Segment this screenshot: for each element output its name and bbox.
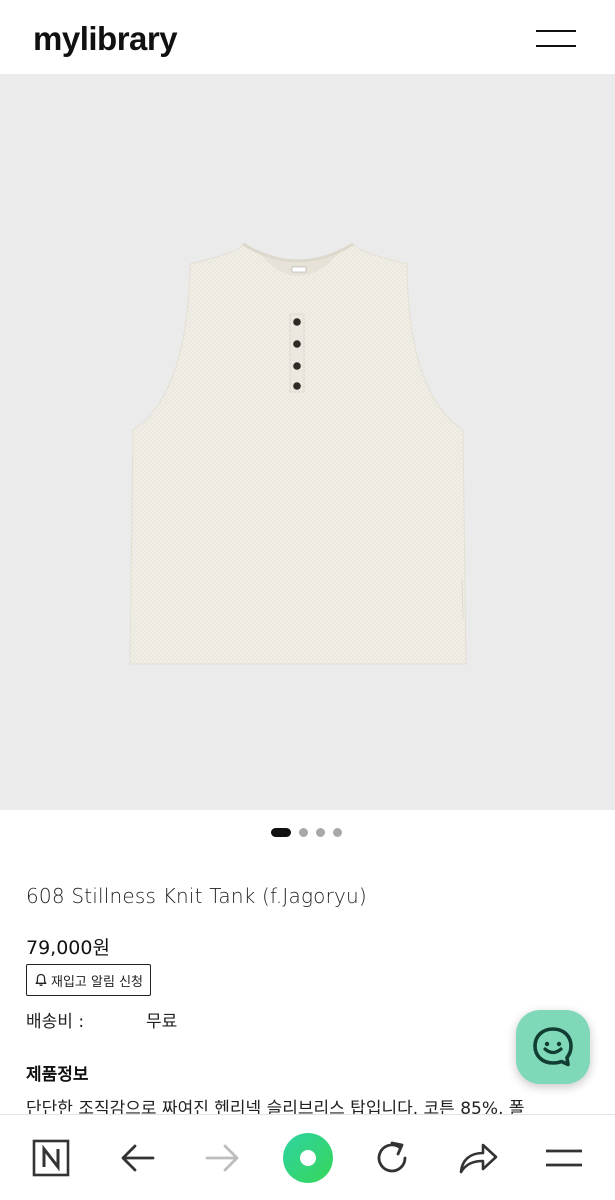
green-dot-icon[interactable] (282, 1132, 334, 1184)
back-arrow-icon[interactable] (114, 1135, 160, 1181)
bell-icon (35, 973, 47, 986)
product-price: 79,000원 (26, 937, 110, 959)
naver-home-icon[interactable] (28, 1135, 74, 1181)
forward-arrow-icon[interactable] (200, 1135, 246, 1181)
restock-alert-button[interactable]: 재입고 알림 신청 (26, 964, 151, 996)
pagination-dot[interactable] (333, 828, 342, 837)
pagination-dot[interactable] (299, 828, 308, 837)
shipping-value: 무료 (146, 1012, 178, 1032)
product-info-heading: 제품정보 (26, 1065, 89, 1085)
pagination-dot-active[interactable] (271, 828, 291, 837)
pagination-dot[interactable] (316, 828, 325, 837)
hamburger-menu-icon[interactable] (536, 27, 576, 49)
chat-bubble-icon (533, 1027, 573, 1067)
restock-button-label: 재입고 알림 신청 (51, 974, 143, 990)
site-header: mylibrary (0, 0, 615, 74)
product-title: 608 Stillness Knit Tank (f.Jagoryu) (26, 884, 367, 908)
browser-toolbar (0, 1114, 615, 1200)
knit-tank-image (129, 242, 467, 665)
chat-button[interactable] (516, 1010, 590, 1084)
reload-icon[interactable] (369, 1135, 415, 1181)
shipping-label: 배송비 : (26, 1012, 85, 1032)
site-logo[interactable]: mylibrary (33, 20, 178, 58)
image-pagination (0, 826, 615, 838)
menu-icon[interactable] (541, 1135, 587, 1181)
product-image[interactable] (0, 74, 615, 810)
share-icon[interactable] (455, 1135, 501, 1181)
